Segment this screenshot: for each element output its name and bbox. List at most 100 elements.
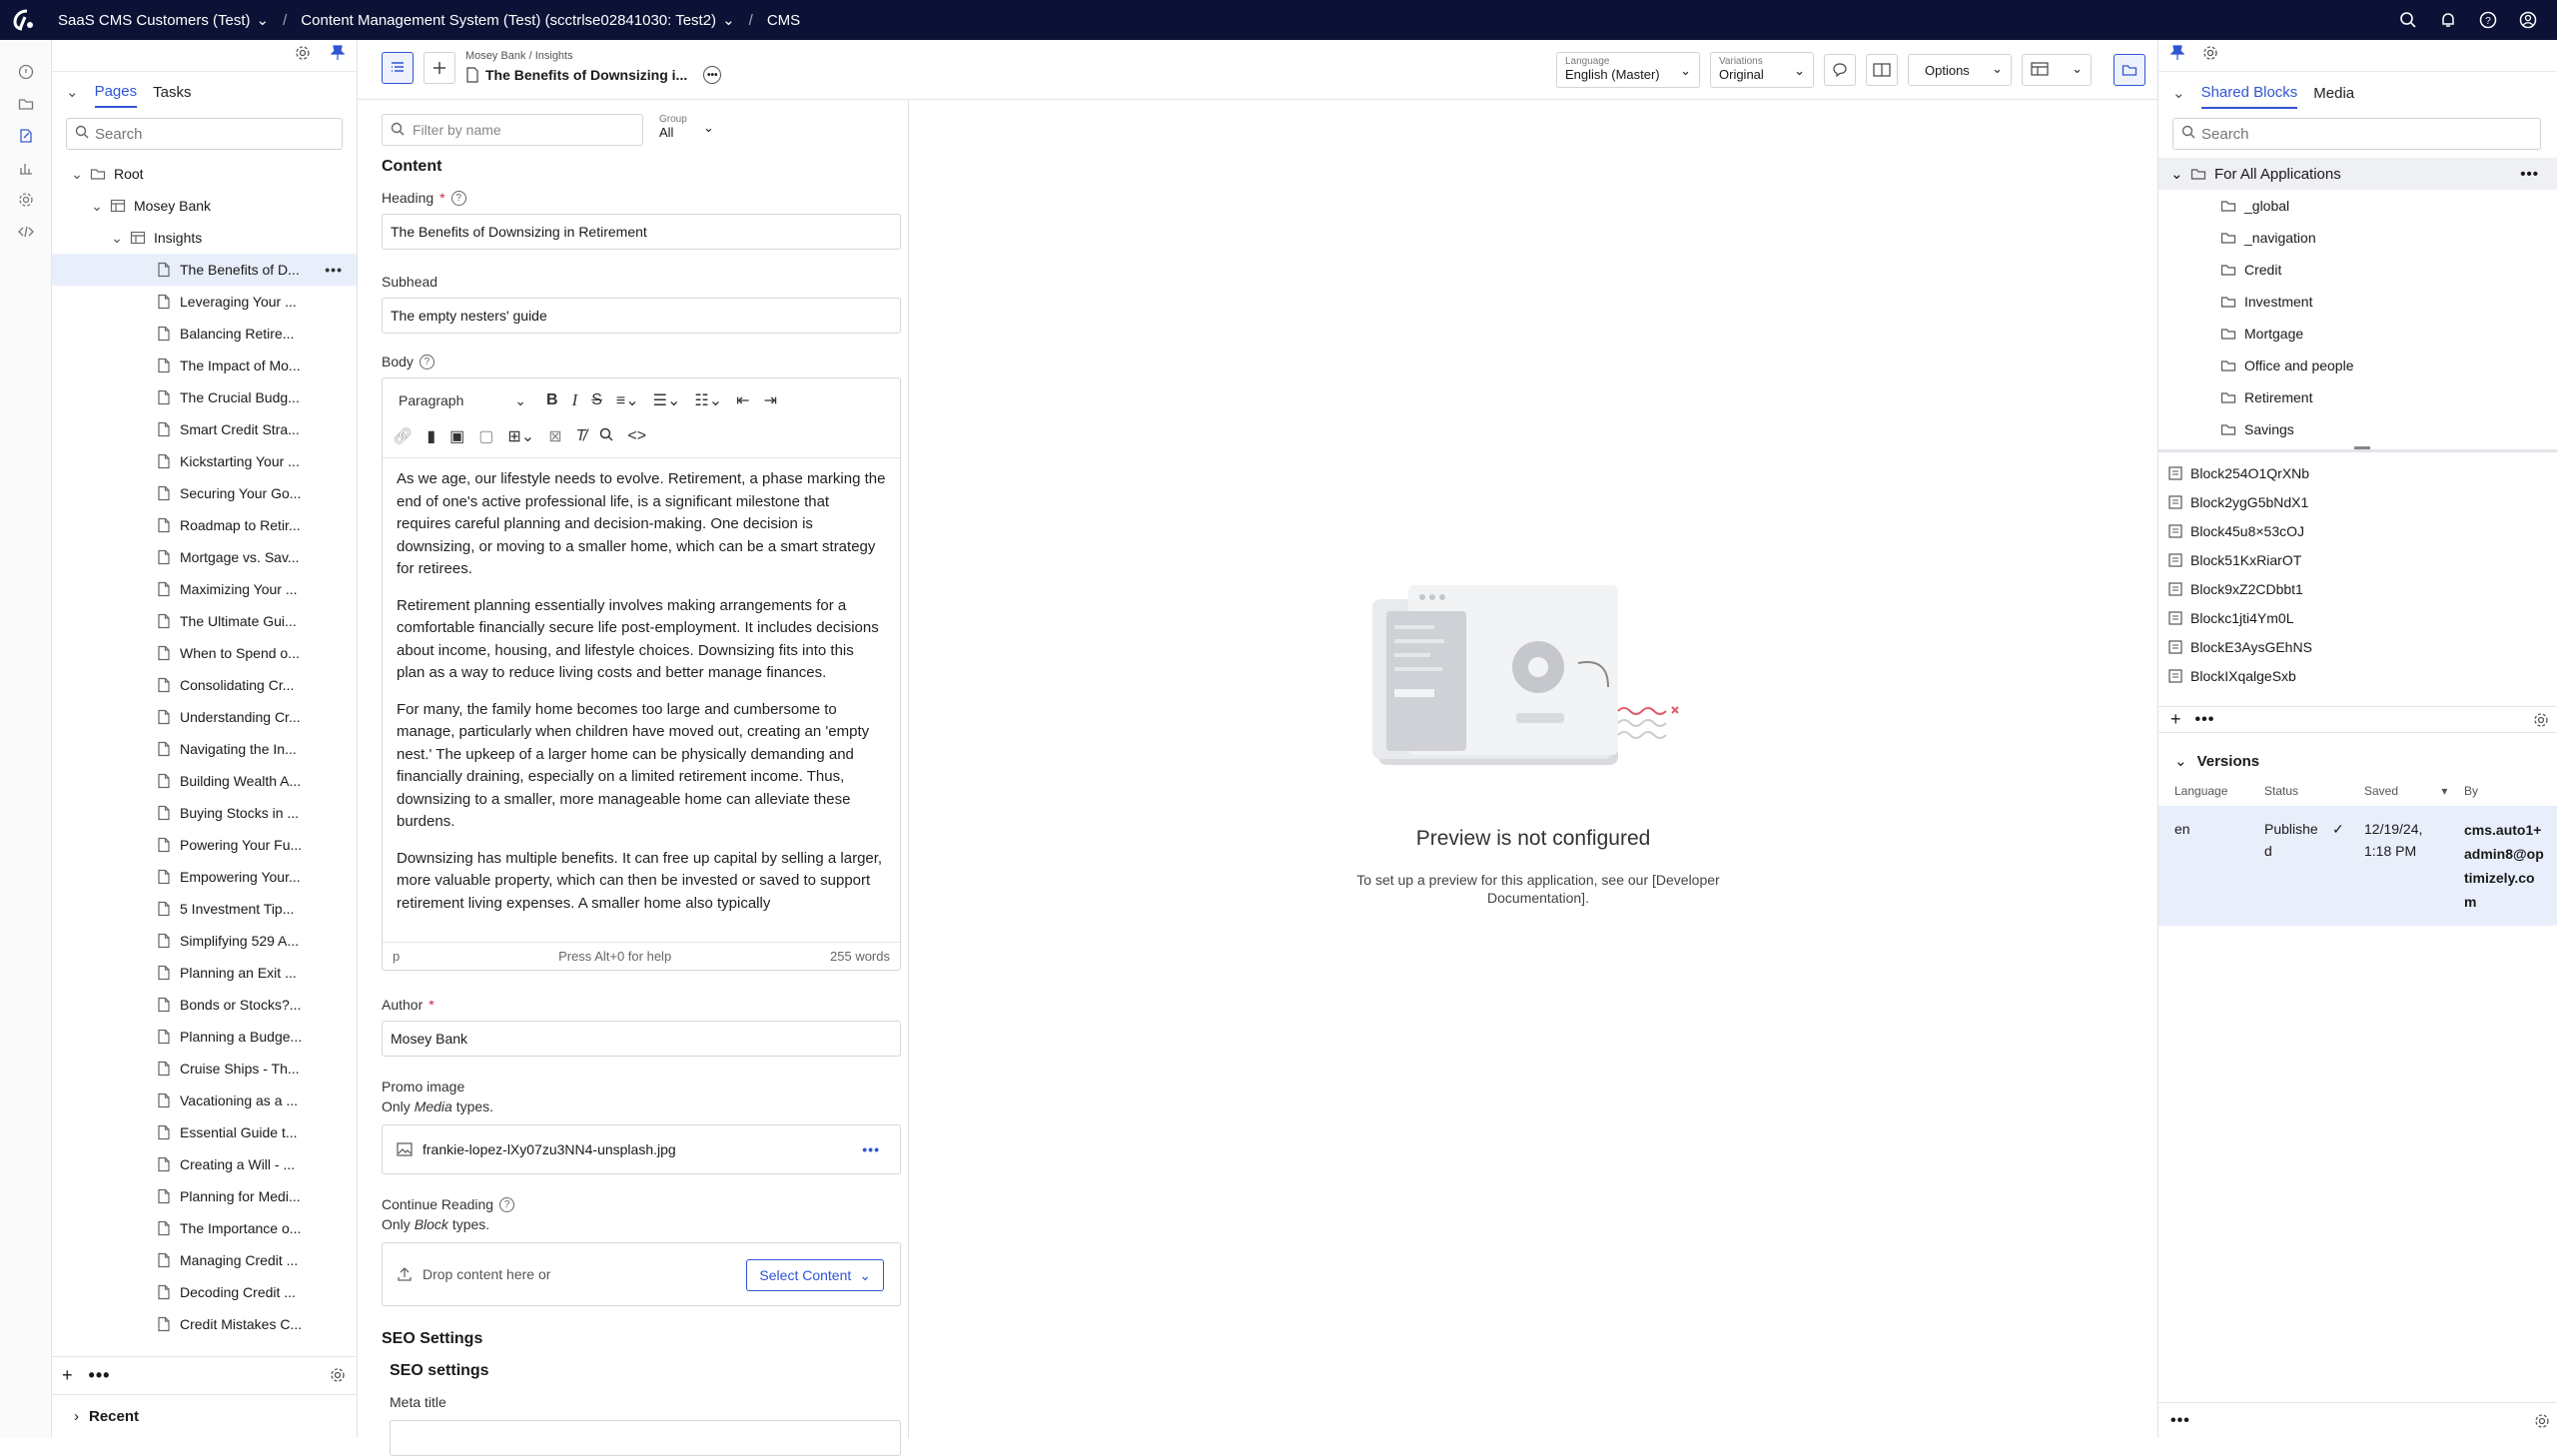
folder-node[interactable]: Savings (2158, 413, 2557, 445)
content-breadcrumb[interactable]: Mosey Bank / Insights (465, 50, 573, 62)
tree-node-page[interactable]: The Ultimate Gui... (52, 605, 357, 637)
add-icon[interactable]: + (2170, 709, 2181, 730)
tree-node-page[interactable]: Buying Stocks in ... (52, 797, 357, 829)
tree-node-page[interactable]: Maximizing Your ... (52, 573, 357, 605)
strikethrough-icon[interactable]: S (591, 391, 602, 409)
gear-icon[interactable] (2533, 712, 2549, 733)
content-area-dropzone[interactable]: Drop content here or Select Content ⌄ (382, 1242, 901, 1306)
tree-node-page[interactable]: Cruise Ships - Th... (52, 1053, 357, 1085)
meta-title-field[interactable] (390, 1420, 901, 1456)
tab-pages[interactable]: Pages (94, 77, 138, 108)
tab-tasks[interactable]: Tasks (153, 78, 191, 107)
tree-node-page[interactable]: Empowering Your... (52, 861, 357, 893)
tree-node-page[interactable]: Kickstarting Your ... (52, 445, 357, 477)
tree-node-page[interactable]: Credit Mistakes C... (52, 1308, 357, 1340)
code-icon[interactable] (0, 216, 52, 248)
toggle-assets-button[interactable] (2114, 54, 2145, 86)
options-button[interactable]: Options ⌄ (1908, 54, 2012, 86)
tree-node-page[interactable]: Decoding Credit ... (52, 1276, 357, 1308)
view-mode-select[interactable]: ⌄ (2022, 54, 2092, 86)
tree-node-page[interactable]: Understanding Cr... (52, 701, 357, 733)
column-header[interactable]: Saved ▾ (2364, 784, 2464, 798)
toggle-tree-button[interactable] (382, 52, 414, 84)
tree-search-field[interactable] (66, 118, 343, 150)
folder-node[interactable]: Office and people (2158, 350, 2557, 381)
column-header[interactable]: Status (2264, 784, 2364, 798)
bookmark-icon[interactable]: ▮ (426, 426, 435, 446)
search-replace-icon[interactable] (599, 427, 613, 446)
chevron-down-icon[interactable]: ⌄ (70, 166, 84, 183)
filter-field[interactable]: Filter by name (382, 114, 643, 146)
tree-node-page[interactable]: Managing Credit ... (52, 1244, 357, 1276)
more-options-icon[interactable]: ••• (2170, 1412, 2190, 1430)
column-header[interactable]: Language (2174, 784, 2264, 798)
block-item[interactable]: BlockE3AysGEhNS (2158, 632, 2557, 661)
help-icon[interactable]: ? (2479, 11, 2497, 29)
compare-button[interactable] (1866, 54, 1898, 86)
breadcrumb-customer[interactable]: SaaS CMS Customers (Test) ⌄ (48, 11, 279, 30)
recent-section-toggle[interactable]: › Recent (52, 1394, 358, 1438)
select-content-button[interactable]: Select Content ⌄ (746, 1259, 884, 1291)
add-icon[interactable]: + (62, 1365, 73, 1386)
optimizely-logo[interactable] (0, 0, 48, 40)
dashboard-icon[interactable] (0, 56, 52, 88)
tree-node-page[interactable]: The Benefits of D... ••• (52, 254, 357, 286)
tree-node-page[interactable]: Planning for Medi... (52, 1180, 357, 1212)
more-options-icon[interactable]: ••• (325, 262, 343, 278)
tree-node-folder[interactable]: ⌄ Insights (52, 222, 357, 254)
more-options-icon[interactable]: ••• (703, 66, 722, 84)
assets-search-field[interactable] (2172, 118, 2541, 150)
tree-node-page[interactable]: Simplifying 529 A... (52, 925, 357, 957)
versions-toggle[interactable]: ⌄ Versions (2158, 746, 2557, 776)
block-item[interactable]: Blockc1jti4Ym0L (2158, 603, 2557, 632)
settings-icon[interactable] (0, 184, 52, 216)
chevron-down-icon[interactable]: ⌄ (110, 230, 124, 247)
tree-node-page[interactable]: Mortgage vs. Sav... (52, 541, 357, 573)
block-item[interactable]: BlockIXqalgeSxb (2158, 661, 2557, 690)
tab-media[interactable]: Media (2313, 79, 2354, 108)
paragraph-format-select[interactable]: Paragraph ⌄ (393, 386, 532, 414)
tree-node-page[interactable]: Powering Your Fu... (52, 829, 357, 861)
column-header[interactable]: By (2464, 784, 2557, 798)
tree-node-page[interactable]: Vacationing as a ... (52, 1085, 357, 1116)
tree-search-input[interactable] (95, 125, 342, 143)
edit-content-icon[interactable] (0, 120, 52, 152)
gear-icon[interactable] (2534, 1413, 2550, 1434)
rte-content[interactable]: As we age, our lifestyle needs to evolve… (383, 458, 900, 942)
help-icon[interactable]: ? (419, 354, 434, 369)
more-options-icon[interactable]: ••• (862, 1141, 880, 1157)
tree-node-page[interactable]: Balancing Retire... (52, 318, 357, 350)
block-item[interactable]: Block51KxRiarOT (2158, 545, 2557, 574)
heading-field[interactable]: The Benefits of Downsizing in Retirement (382, 214, 901, 250)
tab-shared-blocks[interactable]: Shared Blocks (2200, 78, 2298, 109)
tree-node-page[interactable]: Creating a Will - ... (52, 1148, 357, 1180)
help-icon[interactable]: ? (450, 190, 466, 206)
tree-node-page[interactable]: The Crucial Budg... (52, 381, 357, 413)
more-options-icon[interactable]: ••• (2195, 711, 2215, 729)
tree-node-site[interactable]: ⌄ Mosey Bank (52, 190, 357, 222)
tree-node-root[interactable]: ⌄ Root (52, 158, 357, 190)
subhead-field[interactable]: The empty nesters' guide (382, 298, 901, 334)
tree-node-page[interactable]: Leveraging Your ... (52, 286, 357, 318)
promo-image-field[interactable]: frankie-lopez-lXy07zu3NN4-unsplash.jpg •… (382, 1124, 901, 1174)
more-options-icon[interactable]: ••• (2520, 166, 2539, 183)
add-content-button[interactable] (424, 52, 455, 84)
pin-icon[interactable] (330, 45, 346, 66)
folder-icon[interactable] (0, 88, 52, 120)
tree-node-page[interactable]: Bonds or Stocks?... (52, 989, 357, 1021)
author-field[interactable]: Mosey Bank (382, 1021, 901, 1057)
media-icon[interactable]: ▢ (478, 426, 493, 446)
folder-node[interactable]: Retirement (2158, 381, 2557, 413)
version-row[interactable]: en Published ✓ 12/19/24, 1:18 PM cms.auto… (2158, 806, 2557, 926)
tree-node-page[interactable]: Smart Credit Stra... (52, 413, 357, 445)
tree-node-page[interactable]: Planning a Budge... (52, 1021, 357, 1053)
pin-icon[interactable] (2169, 45, 2185, 66)
clear-format-icon[interactable]: T̸ (576, 427, 586, 445)
comments-button[interactable] (1824, 54, 1856, 86)
chevron-down-icon[interactable]: ⌄ (2170, 165, 2184, 183)
numbered-list-icon[interactable]: ☰⌄ (653, 390, 681, 410)
image-icon[interactable]: ▣ (449, 426, 464, 446)
tree-node-page[interactable]: The Impact of Mo... (52, 350, 357, 381)
tree-node-page[interactable]: The Importance o... (52, 1212, 357, 1244)
folder-node[interactable]: _global (2158, 190, 2557, 222)
